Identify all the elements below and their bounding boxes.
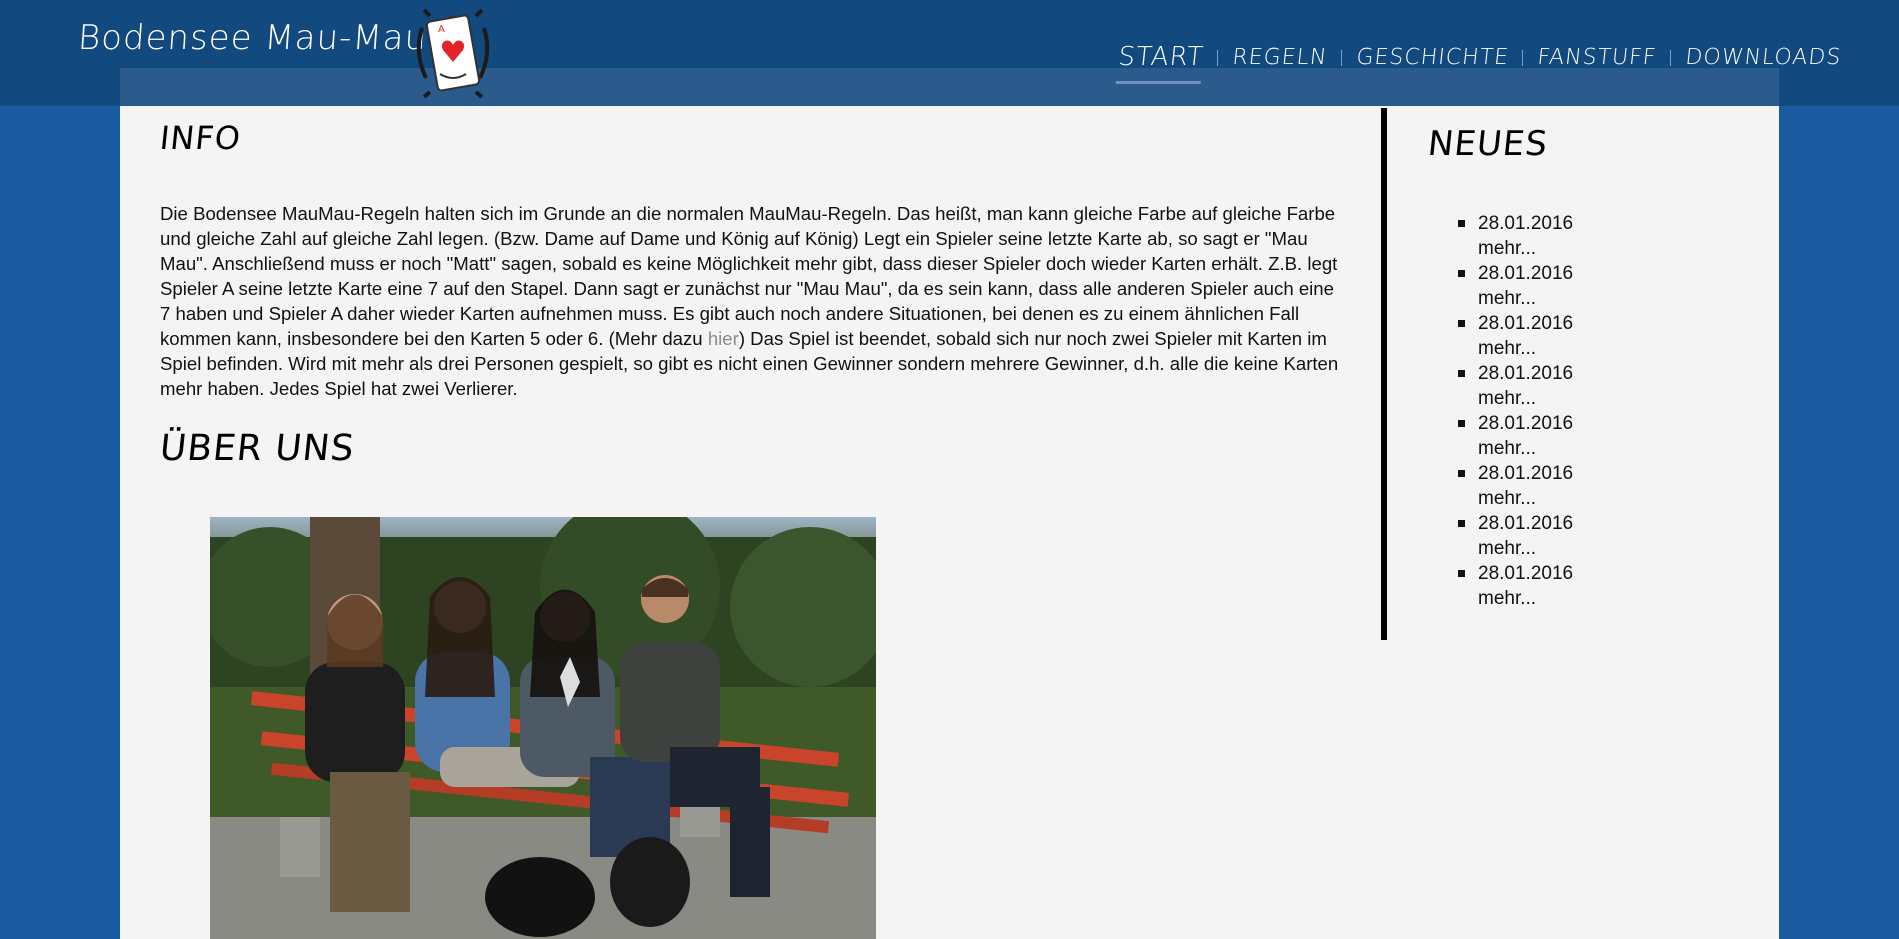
news-date: 28.01.2016 (1478, 563, 1574, 584)
nav-separator (1670, 50, 1672, 66)
news-date: 28.01.2016 (1478, 363, 1574, 384)
news-item: 28.01.2016 mehr... (1428, 411, 1573, 461)
news-more-link[interactable]: mehr... (1478, 436, 1573, 461)
group-photo-image (210, 517, 876, 939)
news-item: 28.01.2016 mehr... (1428, 361, 1573, 411)
main-nav: START REGELN GESCHICHTE FANSTUFF DOWNLOA… (1116, 42, 1842, 80)
nav-separator (1340, 50, 1342, 66)
news-more-link[interactable]: mehr... (1478, 236, 1573, 261)
playing-card-heart-icon[interactable]: A (410, 8, 496, 98)
svg-text:A: A (438, 24, 445, 35)
news-date: 28.01.2016 (1478, 313, 1574, 334)
news-date: 28.01.2016 (1478, 213, 1574, 234)
nav-item-downloads[interactable]: DOWNLOADS (1683, 45, 1842, 78)
news-item: 28.01.2016 mehr... (1428, 511, 1573, 561)
sidebar-divider (1381, 108, 1387, 640)
nav-item-fanstuff[interactable]: FANSTUFF (1535, 45, 1658, 78)
site-logo-text[interactable]: Bodensee Mau-Mau (77, 18, 429, 58)
news-item: 28.01.2016 mehr... (1428, 261, 1573, 311)
news-more-link[interactable]: mehr... (1478, 586, 1573, 611)
info-paragraph: Die Bodensee MauMau-Regeln halten sich i… (160, 201, 1342, 401)
info-heading: INFO (158, 119, 243, 157)
news-more-link[interactable]: mehr... (1478, 486, 1573, 511)
news-date: 28.01.2016 (1478, 263, 1574, 284)
news-item: 28.01.2016 mehr... (1428, 311, 1573, 361)
news-heading: NEUES (1425, 124, 1550, 164)
group-photo (210, 517, 876, 939)
about-heading: ÜBER UNS (157, 428, 357, 469)
nav-item-start[interactable]: START (1116, 42, 1204, 80)
news-more-link[interactable]: mehr... (1478, 336, 1573, 361)
nav-separator (1522, 50, 1524, 66)
site-header: Bodensee Mau-Mau A START REGELN GESCHICH… (0, 0, 1899, 106)
news-more-link[interactable]: mehr... (1478, 386, 1573, 411)
news-item: 28.01.2016 mehr... (1428, 211, 1573, 261)
news-item: 28.01.2016 mehr... (1428, 461, 1573, 511)
content-area: INFO Die Bodensee MauMau-Regeln halten s… (120, 106, 1779, 939)
news-date: 28.01.2016 (1478, 463, 1574, 484)
news-more-link[interactable]: mehr... (1478, 286, 1573, 311)
news-more-link[interactable]: mehr... (1478, 536, 1573, 561)
news-date: 28.01.2016 (1478, 413, 1574, 434)
news-item: 28.01.2016 mehr... (1428, 561, 1573, 611)
nav-separator (1216, 50, 1218, 66)
info-link-hier[interactable]: hier (708, 328, 739, 349)
nav-item-regeln[interactable]: REGELN (1230, 45, 1328, 78)
news-list: 28.01.2016 mehr... 28.01.2016 mehr... 28.0… (1428, 211, 1573, 611)
news-date: 28.01.2016 (1478, 513, 1574, 534)
nav-item-geschichte[interactable]: GESCHICHTE (1354, 45, 1510, 78)
